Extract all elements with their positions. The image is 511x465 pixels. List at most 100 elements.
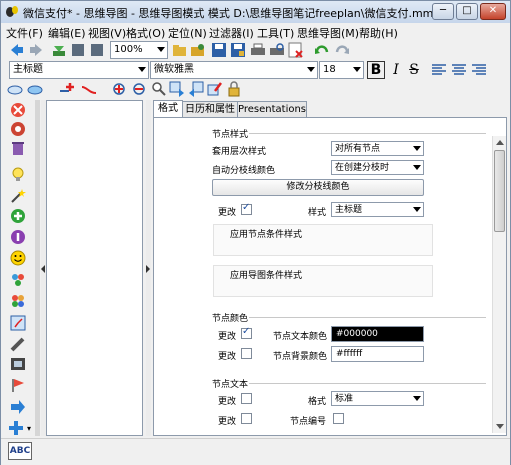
text-color-field[interactable]: #000000 xyxy=(331,326,424,342)
arrow-right-icon[interactable] xyxy=(10,399,26,415)
add-blue-icon[interactable] xyxy=(8,420,24,436)
text-color-label: 节点文本颜色 xyxy=(273,332,328,342)
align-right-icon[interactable] xyxy=(471,62,487,78)
search-icon[interactable] xyxy=(151,81,167,97)
sidebar-scrollbar[interactable] xyxy=(35,100,40,436)
italic-button[interactable]: I xyxy=(389,61,403,79)
idea-bulb-icon[interactable] xyxy=(10,166,26,182)
sidebar-expand-icon[interactable]: ▾ xyxy=(27,424,31,433)
auto-branch-color-select[interactable]: 在创建分枝时 xyxy=(331,160,424,175)
bg-color-field[interactable]: #ffffff xyxy=(331,346,424,362)
save-icon[interactable] xyxy=(211,42,227,58)
edit-node-icon[interactable] xyxy=(207,81,223,97)
collapse-left-icon[interactable] xyxy=(41,265,45,273)
remove-last-icon-icon[interactable] xyxy=(10,121,26,137)
numbering-change-checkbox[interactable] xyxy=(241,413,252,424)
status-bar: ABC xyxy=(1,438,510,465)
first-node-icon[interactable] xyxy=(70,42,86,58)
print-preview-icon[interactable] xyxy=(269,42,285,58)
bg-color-change-checkbox[interactable] xyxy=(241,348,252,359)
scroll-thumb[interactable] xyxy=(494,150,505,232)
menu-mindmap[interactable]: 思维导图(M) xyxy=(297,25,359,41)
tab-presentations[interactable]: Presentations xyxy=(237,101,307,118)
forward-icon[interactable] xyxy=(28,42,44,58)
print-icon[interactable] xyxy=(250,42,266,58)
text-color-change-checkbox[interactable] xyxy=(241,326,252,339)
font-size-select[interactable]: 18 xyxy=(319,61,364,79)
apply-level-style-select[interactable]: 对所有节点 xyxy=(331,141,424,156)
style-select[interactable]: 主标题 xyxy=(9,61,149,79)
collapse-right-icon[interactable] xyxy=(146,265,150,273)
node-conditional-styles-box[interactable]: 应用节点条件样式 xyxy=(213,224,433,256)
bg-color-label: 节点背景颜色 xyxy=(273,352,328,362)
redo-icon[interactable] xyxy=(334,42,350,58)
cloud-color-icon[interactable] xyxy=(27,81,43,97)
close-map-icon[interactable] xyxy=(288,42,304,58)
format-toolbar: 主标题 微软雅黑 18 B I S xyxy=(1,60,510,80)
pencil-icon[interactable] xyxy=(10,336,26,352)
font-family-select[interactable]: 微软雅黑 xyxy=(150,61,318,79)
tab-calendar-attributes[interactable]: 日历和属性 xyxy=(182,101,238,118)
flag-icon[interactable] xyxy=(10,377,26,393)
trash-icon[interactable] xyxy=(10,140,26,156)
lock-icon[interactable] xyxy=(226,81,242,97)
group-icon[interactable] xyxy=(10,272,26,288)
add-connector-icon[interactable] xyxy=(111,81,127,97)
priority-one-icon[interactable] xyxy=(10,229,26,245)
add-child-icon[interactable] xyxy=(59,81,75,97)
menu-view[interactable]: 视图(V) xyxy=(88,25,126,41)
magic-wand-icon[interactable] xyxy=(10,188,26,204)
scroll-up-icon[interactable] xyxy=(496,140,504,145)
strikethrough-button[interactable]: S xyxy=(407,61,421,79)
clock-icon[interactable] xyxy=(10,315,26,331)
spellcheck-abc-icon[interactable]: ABC xyxy=(8,442,32,460)
menu-edit[interactable]: 编辑(E) xyxy=(48,25,86,41)
format-select[interactable]: 标准 xyxy=(331,391,424,406)
menu-format[interactable]: 格式(O) xyxy=(126,25,165,41)
align-left-icon[interactable] xyxy=(431,62,447,78)
bold-button[interactable]: B xyxy=(367,61,385,79)
add-green-icon[interactable] xyxy=(10,208,26,224)
font-family-value: 微软雅黑 xyxy=(154,64,194,75)
modify-branch-color-button[interactable]: 修改分枝线颜色 xyxy=(212,179,424,196)
style-change-checkbox[interactable] xyxy=(241,202,252,215)
flower-icon[interactable] xyxy=(10,293,26,309)
open-folder-icon[interactable] xyxy=(172,42,188,58)
format-value: 标准 xyxy=(335,394,354,404)
smiley-icon[interactable] xyxy=(10,250,26,266)
menu-help[interactable]: 帮助(H) xyxy=(359,25,398,41)
right-splitter[interactable] xyxy=(146,100,151,436)
format-panel: 节点样式 套用层次样式 对所有节点 自动分枝线颜色 在创建分枝时 修改分枝线颜色… xyxy=(153,117,507,436)
move-down-icon[interactable] xyxy=(188,81,204,97)
save-as-icon[interactable] xyxy=(230,42,246,58)
menu-file[interactable]: 文件(F) xyxy=(6,25,43,41)
tab-format[interactable]: 格式 xyxy=(153,100,183,118)
menu-filter[interactable]: 过滤器(I) xyxy=(209,25,254,41)
cloud-icon[interactable] xyxy=(7,81,23,97)
outline-pane[interactable] xyxy=(46,100,143,436)
menu-navigate[interactable]: 定位(N) xyxy=(168,25,207,41)
open-map-icon[interactable] xyxy=(190,42,206,58)
download-icon[interactable] xyxy=(51,42,67,58)
film-icon[interactable] xyxy=(10,356,26,372)
scroll-down-icon[interactable] xyxy=(496,424,504,429)
remove-icons-icon[interactable] xyxy=(10,102,26,118)
move-up-icon[interactable] xyxy=(169,81,185,97)
numbering-checkbox[interactable] xyxy=(333,413,344,424)
format-change-checkbox[interactable] xyxy=(241,393,252,404)
minimize-button[interactable]: ─ xyxy=(432,3,454,20)
last-node-icon[interactable] xyxy=(89,42,105,58)
zoom-select[interactable]: 100% xyxy=(110,41,168,59)
panel-scrollbar[interactable] xyxy=(492,136,506,433)
align-center-icon[interactable] xyxy=(451,62,467,78)
close-button[interactable]: ✕ xyxy=(480,3,506,20)
remove-connector-icon[interactable] xyxy=(131,81,147,97)
map-conditional-styles-box[interactable]: 应用导图条件样式 xyxy=(213,265,433,297)
style-select-panel[interactable]: 主标题 xyxy=(331,202,424,217)
undo-icon[interactable] xyxy=(314,42,330,58)
maximize-button[interactable]: □ xyxy=(456,3,478,20)
format-label: 格式 xyxy=(308,397,327,407)
edge-style-icon[interactable] xyxy=(81,81,97,97)
back-icon[interactable] xyxy=(9,42,25,58)
menu-tools[interactable]: 工具(T) xyxy=(257,25,294,41)
